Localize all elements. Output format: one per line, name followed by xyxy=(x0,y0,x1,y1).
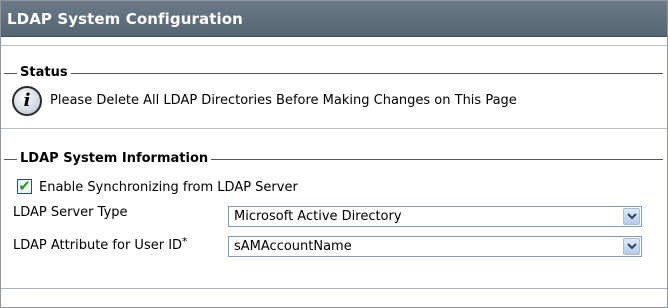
title-bar: LDAP System Configuration xyxy=(1,1,667,37)
user-id-attr-label-text: LDAP Attribute for User ID xyxy=(13,238,183,253)
enable-sync-label[interactable]: Enable Synchronizing from LDAP Server xyxy=(39,180,298,195)
info-icon: i xyxy=(12,86,42,116)
server-type-value: Microsoft Active Directory xyxy=(234,209,402,224)
section-divider xyxy=(1,128,667,129)
chevron-down-icon[interactable] xyxy=(623,238,640,255)
chevron-down-icon[interactable] xyxy=(623,208,640,225)
section-divider xyxy=(1,288,667,289)
server-type-label: LDAP Server Type xyxy=(13,205,128,220)
enable-sync-checkbox[interactable]: ✔ xyxy=(17,177,32,195)
ldap-config-panel: LDAP System Configuration Status i Pleas… xyxy=(0,0,668,308)
user-id-attr-label: LDAP Attribute for User ID* xyxy=(13,235,188,253)
status-legend: Status xyxy=(17,66,71,80)
required-mark: * xyxy=(182,235,188,248)
system-info-legend: LDAP System Information xyxy=(17,152,212,166)
server-type-select[interactable]: Microsoft Active Directory xyxy=(228,206,642,227)
status-message: Please Delete All LDAP Directories Befor… xyxy=(50,93,517,108)
page-title: LDAP System Configuration xyxy=(7,10,243,28)
checkmark-icon: ✔ xyxy=(18,177,31,195)
user-id-attr-select[interactable]: sAMAccountName xyxy=(228,236,642,257)
status-legend-line xyxy=(4,73,663,74)
user-id-attr-value: sAMAccountName xyxy=(234,239,352,254)
section-divider xyxy=(1,45,667,46)
